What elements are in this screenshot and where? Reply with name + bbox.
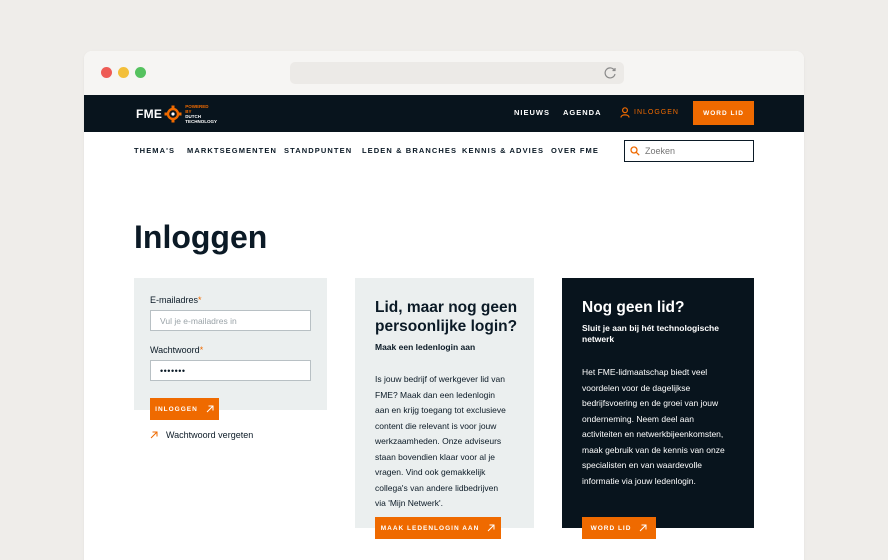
join-card: Nog geen lid? Sluit je aan bij hét techn… xyxy=(562,278,754,528)
close-window-button[interactable] xyxy=(101,67,112,78)
create-member-login-label: MAAK LEDENLOGIN AAN xyxy=(380,524,480,532)
logo-gear-icon xyxy=(164,105,182,123)
join-card-body: Het FME-lidmaatschap biedt veel voordele… xyxy=(582,367,725,486)
arrow-up-right-icon xyxy=(206,405,214,413)
login-submit-button[interactable]: INLOGGEN xyxy=(150,398,219,420)
nav-kennis-advies[interactable]: KENNIS & ADVIES xyxy=(462,146,544,155)
password-field[interactable]: ••••••• xyxy=(150,360,311,381)
logo-tagline: POWERED BY DUTCH TECHNOLOGY xyxy=(185,104,217,124)
maximize-window-button[interactable] xyxy=(135,67,146,78)
email-field[interactable]: Vul je e-mailadres in xyxy=(150,310,311,331)
address-bar[interactable] xyxy=(290,62,624,84)
nav-leden-branches[interactable]: LEDEN & BRANCHES xyxy=(362,146,457,155)
join-button-card[interactable]: WORD LID xyxy=(582,517,656,539)
login-link-label: INLOGGEN xyxy=(634,109,679,116)
member-card-subtitle: Maak een ledenlogin aan xyxy=(375,342,476,352)
minimize-window-button[interactable] xyxy=(118,67,129,78)
email-label: E-mailadres* xyxy=(150,295,202,305)
login-form: E-mailadres* Vul je e-mailadres in Wacht… xyxy=(134,278,327,420)
browser-window: FME POWERED BY DUTCH TECHNOLOGY NIEUWS A… xyxy=(84,51,804,560)
join-button-card-label: WORD LID xyxy=(590,524,632,532)
forgot-password-label: Wachtwoord vergeten xyxy=(166,430,254,440)
logo-wordmark: FME xyxy=(136,107,163,121)
user-icon xyxy=(620,107,630,118)
browser-chrome xyxy=(84,51,804,95)
arrow-up-right-icon xyxy=(487,524,495,532)
create-member-login-button[interactable]: MAAK LEDENLOGIN AAN xyxy=(375,517,501,539)
search-icon xyxy=(630,146,640,156)
join-button-header[interactable]: WORD LID xyxy=(693,101,754,125)
arrow-up-right-icon xyxy=(640,524,647,532)
forgot-password-link[interactable]: Wachtwoord vergeten xyxy=(150,430,253,440)
nav-over-fme[interactable]: OVER FME xyxy=(551,146,599,155)
login-link[interactable]: INLOGGEN xyxy=(620,107,679,118)
top-bar: FME POWERED BY DUTCH TECHNOLOGY NIEUWS A… xyxy=(84,95,804,132)
nav-themas[interactable]: THEMA'S xyxy=(134,146,175,155)
nav-agenda[interactable]: AGENDA xyxy=(563,108,602,117)
fme-logo[interactable]: FME POWERED BY DUTCH TECHNOLOGY xyxy=(136,103,217,125)
search-box[interactable] xyxy=(624,140,754,162)
reload-icon[interactable] xyxy=(602,65,618,81)
arrow-up-right-icon xyxy=(150,431,158,439)
member-card-title: Lid, maar nog geen persoonlijke login? xyxy=(375,299,518,335)
nav-marktsegmenten[interactable]: MARKTSEGMENTEN xyxy=(187,146,277,155)
join-card-title: Nog geen lid? xyxy=(582,299,685,316)
login-submit-label: INLOGGEN xyxy=(155,405,198,413)
member-card-body: Is jouw bedrijf of werkgever lid van FME… xyxy=(375,374,506,508)
member-login-card: Lid, maar nog geen persoonlijke login? M… xyxy=(355,278,534,528)
password-label: Wachtwoord* xyxy=(150,345,204,355)
page-title: Inloggen xyxy=(134,219,268,255)
nav-standpunten[interactable]: STANDPUNTEN xyxy=(284,146,352,155)
nav-nieuws[interactable]: NIEUWS xyxy=(514,108,550,117)
search-input[interactable] xyxy=(645,146,745,156)
join-card-subtitle: Sluit je aan bij hét technologische netw… xyxy=(582,323,719,344)
